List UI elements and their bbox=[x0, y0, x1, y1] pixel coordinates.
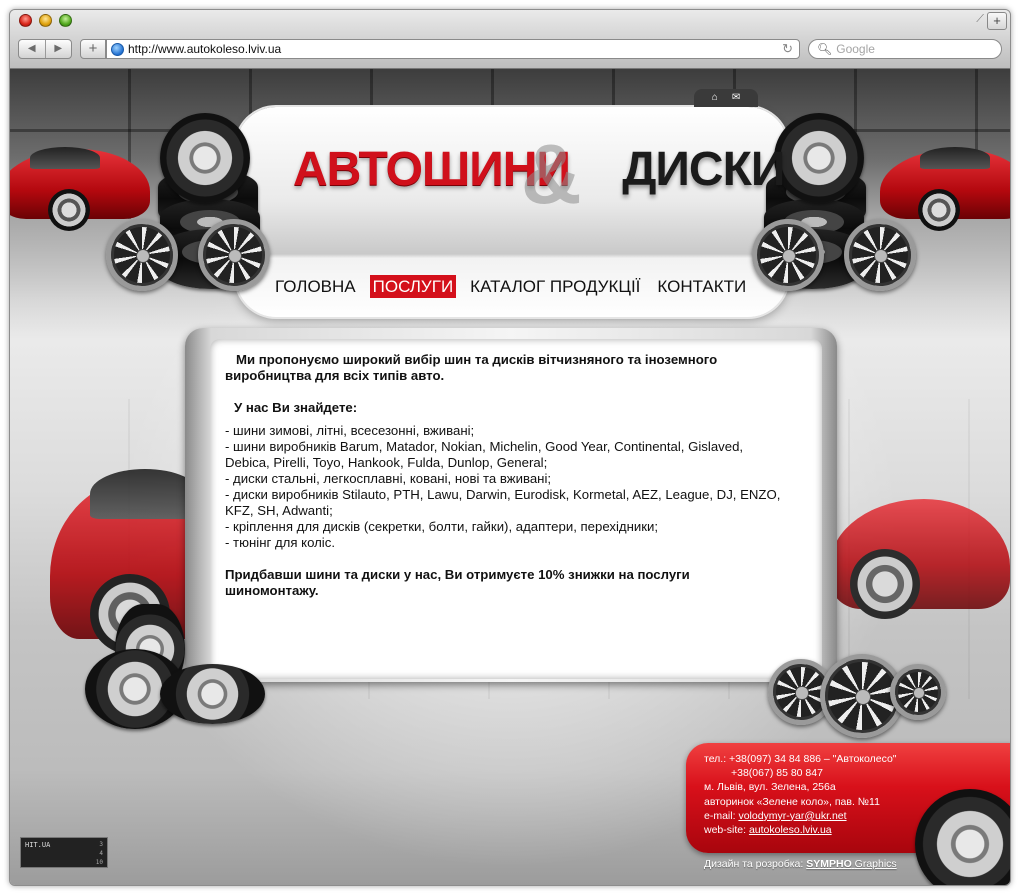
rim-left-1 bbox=[106, 219, 178, 291]
forward-button[interactable]: ▶ bbox=[44, 40, 72, 58]
url-text[interactable]: http://www.autokoleso.lviv.ua bbox=[128, 42, 782, 56]
website-label: web-site: bbox=[704, 824, 747, 837]
site-logo[interactable]: АВТОШИНИ & ДИСКИ bbox=[293, 127, 785, 221]
website-link[interactable]: autokoleso.lviv.ua bbox=[749, 824, 832, 836]
list-item: - диски виробників Stilauto, PTH, Lawu, … bbox=[225, 487, 781, 518]
browser-toolbar: ⟋ + ◀ ▶ + http://www.autokoleso.lviv.ua … bbox=[10, 10, 1010, 69]
email-link[interactable]: volodymyr-yar@ukr.net bbox=[738, 810, 846, 822]
add-bookmark-button[interactable]: + bbox=[80, 39, 106, 59]
header-shortcuts: ⌂ ✉ bbox=[694, 89, 758, 107]
credit-suffix: Graphics bbox=[854, 858, 897, 870]
design-credit: Дизайн та розробка: SYMPHO Graphics bbox=[704, 858, 897, 870]
resize-grip-icon: ⟋ bbox=[976, 13, 984, 25]
list-item: - шини зимові, літні, всесезонні, вживан… bbox=[225, 423, 475, 438]
hit-counter[interactable]: HIT.UA 3 4 10 bbox=[20, 837, 108, 868]
page-viewport: ⌂ ✉ АВТОШИНИ & ДИСКИ ГОЛОВНА ПОСЛУГИ КАТ… bbox=[10, 69, 1010, 885]
menu-item-catalog[interactable]: КАТАЛОГ ПРОДУКЦІЇ bbox=[467, 275, 643, 298]
discount-paragraph: Придбавши шини та диски у нас, Ви отриму… bbox=[225, 567, 690, 598]
menu-item-contacts[interactable]: КОНТАКТИ bbox=[654, 275, 749, 298]
contact-address-1: м. Львів, вул. Зелена, 256а bbox=[704, 781, 836, 794]
rim-left-2 bbox=[198, 219, 270, 291]
rim-right-1 bbox=[752, 219, 824, 291]
credit-brand: SYMPHO bbox=[806, 858, 852, 870]
home-icon[interactable]: ⌂ bbox=[712, 89, 718, 107]
counter-value-3: 10 bbox=[95, 859, 103, 866]
credit-prefix: Дизайн та розробка: bbox=[704, 858, 804, 870]
logo-ampersand: & bbox=[521, 127, 582, 221]
menu-item-services[interactable]: ПОСЛУГИ bbox=[369, 275, 457, 298]
contact-phone-1: тел.: +38(097) 34 84 886 – "Автоколесо" bbox=[704, 753, 897, 765]
list-heading: У нас Ви знайдете: bbox=[234, 400, 358, 415]
red-car-lower-right bbox=[830, 479, 1010, 639]
list-item: - кріплення для дисків (секретки, болти,… bbox=[225, 519, 659, 534]
globe-icon bbox=[111, 42, 124, 56]
close-window-button[interactable] bbox=[19, 14, 32, 27]
tire-top-right bbox=[774, 113, 864, 203]
new-tab-button[interactable]: + bbox=[987, 12, 1007, 30]
contact-phone-2: +38(067) 85 80 847 bbox=[731, 767, 823, 780]
email-label: e-mail: bbox=[704, 809, 736, 822]
main-menu: ГОЛОВНА ПОСЛУГИ КАТАЛОГ ПРОДУКЦІЇ КОНТАК… bbox=[272, 275, 760, 298]
search-bar[interactable]: 🔍︎ bbox=[808, 39, 1002, 59]
tire-bottom-left-3 bbox=[160, 664, 265, 724]
rim-bottom-right-3 bbox=[890, 664, 946, 720]
address-bar[interactable]: http://www.autokoleso.lviv.ua ↻ bbox=[106, 39, 800, 59]
zoom-window-button[interactable] bbox=[59, 14, 72, 27]
list-item: - тюнінг для коліс. bbox=[225, 535, 335, 550]
credit-link[interactable]: SYMPHO Graphics bbox=[806, 858, 896, 870]
tire-top-left bbox=[160, 113, 250, 203]
search-icon: 🔍︎ bbox=[817, 42, 833, 56]
mail-icon[interactable]: ✉ bbox=[732, 89, 740, 107]
list-item: - шини виробників Barum, Matador, Nokian… bbox=[225, 439, 744, 470]
back-button[interactable]: ◀ bbox=[19, 40, 45, 58]
menu-item-home[interactable]: ГОЛОВНА bbox=[272, 275, 359, 298]
contact-details: тел.: +38(097) 34 84 886 – "Автоколесо" … bbox=[704, 752, 897, 837]
rim-right-2 bbox=[844, 219, 916, 291]
services-list: - шини зимові, літні, всесезонні, вживан… bbox=[225, 423, 785, 551]
services-text: Ми пропонуємо широкий вибір шин та дискі… bbox=[225, 352, 785, 599]
logo-right-word: ДИСКИ bbox=[622, 143, 785, 196]
reload-icon[interactable]: ↻ bbox=[782, 41, 793, 57]
browser-window: ⟋ + ◀ ▶ + http://www.autokoleso.lviv.ua … bbox=[9, 9, 1011, 886]
counter-value-2: 4 bbox=[99, 850, 103, 857]
contact-address-2: авторинок «Зелене коло», пав. №11 bbox=[704, 795, 880, 808]
intro-paragraph: Ми пропонуємо широкий вибір шин та дискі… bbox=[225, 352, 718, 383]
list-item: - диски стальні, легкосплавні, ковані, н… bbox=[225, 471, 552, 486]
counter-title: HIT.UA bbox=[25, 841, 51, 849]
minimize-window-button[interactable] bbox=[39, 14, 52, 27]
history-buttons: ◀ ▶ bbox=[18, 39, 72, 59]
counter-value-1: 3 bbox=[99, 841, 103, 848]
search-input[interactable] bbox=[836, 42, 987, 56]
